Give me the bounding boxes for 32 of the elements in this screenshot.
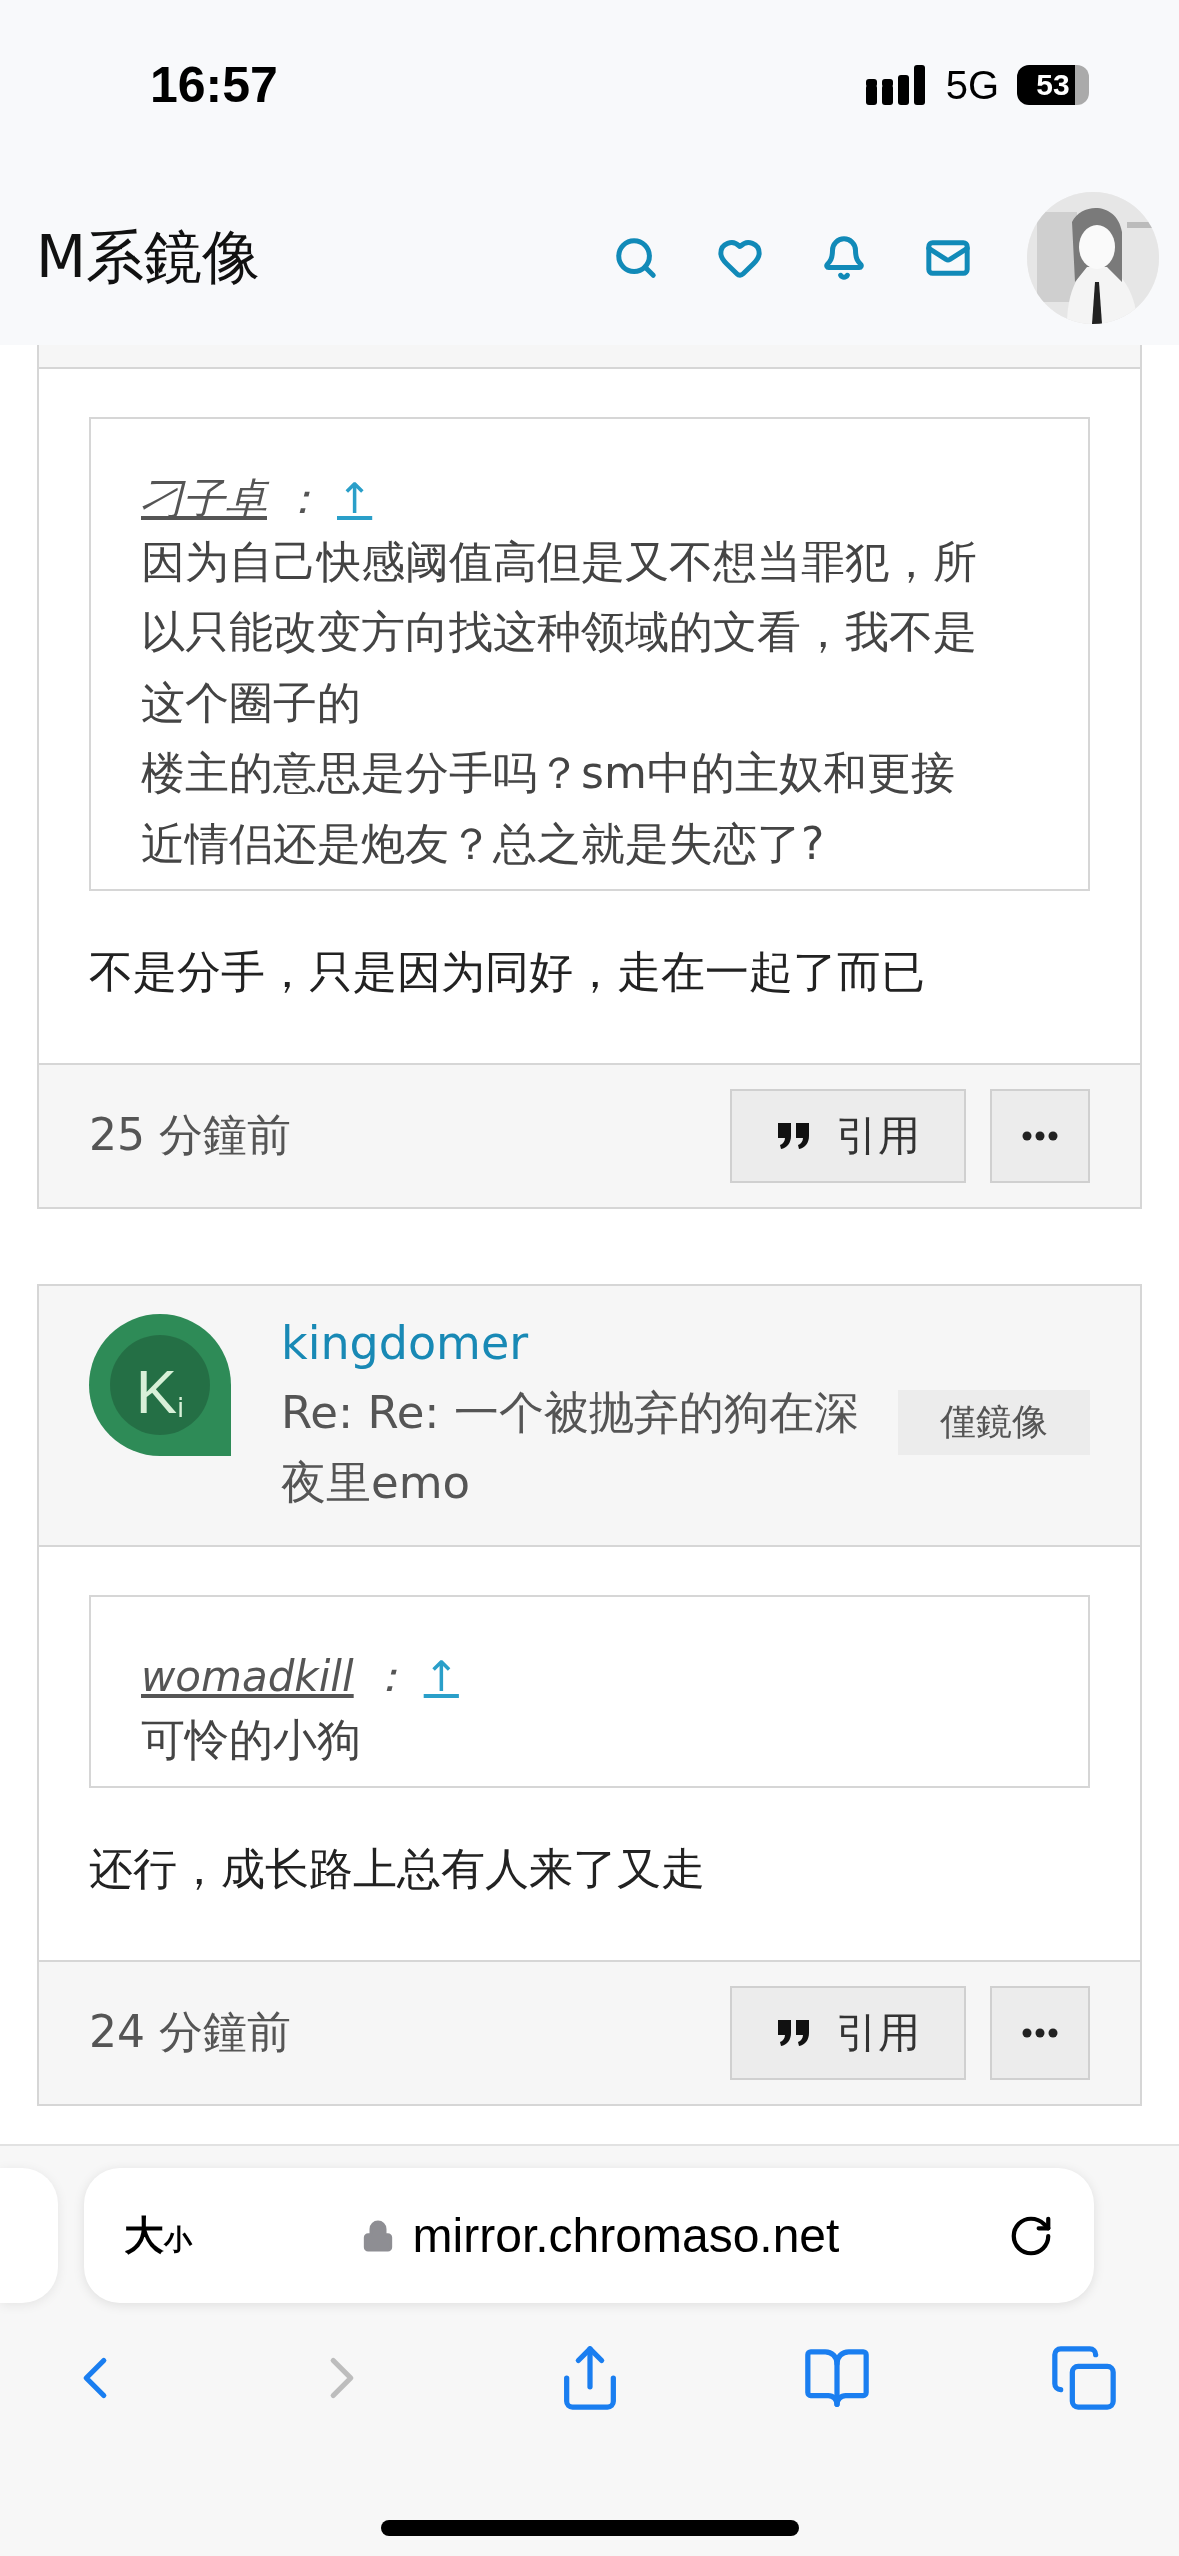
colon-text: ：: [367, 1651, 410, 1704]
mirror-only-tag: 僅鏡像: [898, 1389, 1090, 1455]
quoted-author-link[interactable]: womadkill: [141, 1652, 354, 1702]
address-bar[interactable]: 大小 mirror.chromaso.net: [84, 2168, 1094, 2303]
signal-icon: [865, 65, 928, 105]
more-button[interactable]: [990, 1088, 1090, 1183]
more-icon: [1022, 2027, 1058, 2038]
bell-icon[interactable]: [821, 234, 867, 281]
tabs-icon[interactable]: [1049, 2343, 1119, 2413]
url-text: mirror.chromaso.net: [412, 2208, 840, 2263]
quote-button[interactable]: 引用: [730, 1985, 966, 2080]
network-label: 5G: [945, 62, 999, 108]
more-icon: [1022, 1130, 1058, 1141]
colon-text: ：: [281, 473, 323, 525]
quoted-text: 可怜的小狗: [141, 1713, 362, 1768]
clock: 16:57: [150, 56, 278, 114]
user-avatar[interactable]: Ki: [89, 1313, 231, 1456]
quote-icon: [776, 1120, 812, 1151]
reply-text: 不是分手，只是因为同好，走在一起了而已: [89, 944, 926, 999]
site-title[interactable]: M系鏡像: [36, 218, 613, 297]
quote-icon: [776, 2017, 812, 2048]
post-title: Re: Re: 一个被抛弃的狗在深夜里emo: [281, 1384, 860, 1511]
username-link[interactable]: kingdomer: [281, 1313, 1090, 1374]
quoted-text: 楼主的意思是分手吗？sm中的主奴和更接近情侣还是炮友？总之就是失恋了?: [141, 746, 956, 871]
quoted-text: 因为自己快感阈值高但是又不想当罪犯，所以只能改变方向找这种领域的文看，我不是这个圈子的: [141, 535, 978, 730]
battery-icon: 53: [1017, 65, 1089, 105]
post-time: 24 分鐘前: [89, 2005, 292, 2060]
post-time: 25 分鐘前: [89, 1108, 292, 1163]
quote-button[interactable]: 引用: [730, 1088, 966, 1183]
reply-text: 还行，成长路上总有人来了又走: [89, 1841, 706, 1896]
more-button[interactable]: [990, 1985, 1090, 2080]
text-size-button[interactable]: 大小: [124, 2208, 192, 2263]
